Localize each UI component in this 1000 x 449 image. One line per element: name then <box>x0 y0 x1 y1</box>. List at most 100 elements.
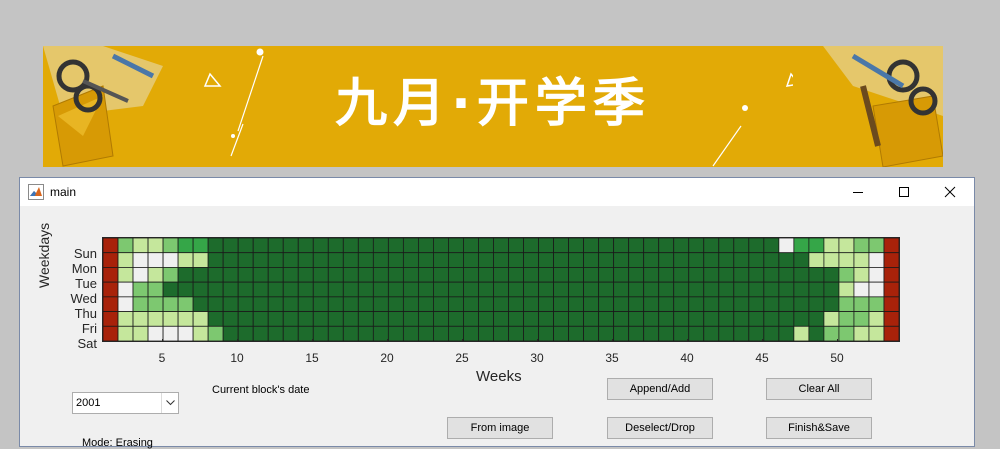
heatmap-cell[interactable] <box>463 267 479 283</box>
heatmap-cell[interactable] <box>508 296 524 312</box>
heatmap-cell[interactable] <box>643 311 660 327</box>
heatmap-cell[interactable] <box>508 325 524 341</box>
heatmap-cell[interactable] <box>703 325 720 341</box>
heatmap-cell[interactable] <box>538 252 554 268</box>
heatmap-cell[interactable] <box>132 296 149 312</box>
heatmap-cell[interactable] <box>703 281 720 298</box>
heatmap-cell[interactable] <box>103 238 119 254</box>
heatmap-cell[interactable] <box>372 281 389 298</box>
heatmap-cell[interactable] <box>327 238 344 254</box>
heatmap-cell[interactable] <box>613 281 630 298</box>
heatmap-cell[interactable] <box>162 325 179 341</box>
heatmap-cell[interactable] <box>387 252 404 268</box>
heatmap-cell[interactable] <box>508 311 524 327</box>
heatmap-cell[interactable] <box>132 311 149 327</box>
heatmap-cell[interactable] <box>282 296 299 312</box>
heatmap-cell[interactable] <box>808 238 825 254</box>
heatmap-cell[interactable] <box>613 252 630 268</box>
heatmap-cell[interactable] <box>538 296 554 312</box>
heatmap-cell[interactable] <box>673 281 690 298</box>
heatmap-cell[interactable] <box>433 281 449 298</box>
heatmap-cell[interactable] <box>508 267 524 283</box>
heatmap-cell[interactable] <box>103 311 119 327</box>
heatmap-cell[interactable] <box>853 281 870 298</box>
heatmap-cell[interactable] <box>643 281 660 298</box>
heatmap-cell[interactable] <box>402 325 419 341</box>
heatmap-cell[interactable] <box>688 238 705 254</box>
heatmap-cell[interactable] <box>808 311 825 327</box>
heatmap-cell[interactable] <box>718 296 735 312</box>
heatmap-cell[interactable] <box>478 311 494 327</box>
heatmap-cell[interactable] <box>463 296 479 312</box>
heatmap-cell[interactable] <box>342 267 359 283</box>
heatmap-cell[interactable] <box>222 311 239 327</box>
heatmap-cell[interactable] <box>132 267 149 283</box>
heatmap-cell[interactable] <box>808 296 825 312</box>
heatmap-cell[interactable] <box>823 311 840 327</box>
heatmap-cell[interactable] <box>417 325 434 341</box>
heatmap-cell[interactable] <box>823 252 840 268</box>
heatmap-cell[interactable] <box>688 325 705 341</box>
heatmap-cell[interactable] <box>838 252 855 268</box>
heatmap-cell[interactable] <box>312 296 329 312</box>
heatmap-cell[interactable] <box>628 267 645 283</box>
heatmap-cell[interactable] <box>267 238 284 254</box>
heatmap-cell[interactable] <box>478 281 494 298</box>
heatmap-cell[interactable] <box>583 281 600 298</box>
heatmap-cell[interactable] <box>478 252 494 268</box>
heatmap-cell[interactable] <box>192 267 209 283</box>
heatmap-cell[interactable] <box>763 325 780 341</box>
heatmap-cell[interactable] <box>372 296 389 312</box>
heatmap-cell[interactable] <box>718 267 735 283</box>
heatmap-cell[interactable] <box>793 238 810 254</box>
heatmap-cell[interactable] <box>718 325 735 341</box>
heatmap-cell[interactable] <box>493 238 509 254</box>
heatmap-cell[interactable] <box>327 325 344 341</box>
heatmap-cell[interactable] <box>207 252 224 268</box>
heatmap-cell[interactable] <box>748 311 765 327</box>
heatmap-cell[interactable] <box>478 325 494 341</box>
heatmap-cell[interactable] <box>342 238 359 254</box>
heatmap-cell[interactable] <box>613 311 630 327</box>
heatmap-cell[interactable] <box>297 281 314 298</box>
heatmap-cell[interactable] <box>357 252 374 268</box>
heatmap-cell[interactable] <box>103 296 119 312</box>
heatmap-cell[interactable] <box>763 267 780 283</box>
heatmap-cell[interactable] <box>237 267 254 283</box>
heatmap-cell[interactable] <box>733 252 750 268</box>
heatmap-cell[interactable] <box>688 252 705 268</box>
heatmap-cell[interactable] <box>222 281 239 298</box>
heatmap-cell[interactable] <box>523 267 539 283</box>
heatmap-cell[interactable] <box>132 281 149 298</box>
heatmap-cell[interactable] <box>883 281 899 298</box>
heatmap-cell[interactable] <box>417 252 434 268</box>
heatmap-cell[interactable] <box>643 296 660 312</box>
heatmap-cell[interactable] <box>147 311 164 327</box>
heatmap-cell[interactable] <box>583 238 600 254</box>
heatmap-cell[interactable] <box>658 325 675 341</box>
heatmap-cell[interactable] <box>192 325 209 341</box>
heatmap-cell[interactable] <box>733 238 750 254</box>
heatmap-cell[interactable] <box>628 238 645 254</box>
heatmap-cell[interactable] <box>883 252 899 268</box>
heatmap-cell[interactable] <box>778 267 795 283</box>
heatmap-cell[interactable] <box>628 325 645 341</box>
heatmap-cell[interactable] <box>372 311 389 327</box>
year-dropdown[interactable]: 2001 <box>72 392 179 414</box>
heatmap-cell[interactable] <box>598 238 615 254</box>
heatmap-cell[interactable] <box>147 296 164 312</box>
heatmap-cell[interactable] <box>748 296 765 312</box>
heatmap-cell[interactable] <box>853 252 870 268</box>
heatmap-cell[interactable] <box>538 267 554 283</box>
heatmap-cell[interactable] <box>658 267 675 283</box>
heatmap-cell[interactable] <box>237 238 254 254</box>
heatmap-cell[interactable] <box>778 325 795 341</box>
heatmap-cell[interactable] <box>643 238 660 254</box>
heatmap-cell[interactable] <box>402 238 419 254</box>
heatmap-cell[interactable] <box>658 238 675 254</box>
heatmap-cell[interactable] <box>673 252 690 268</box>
heatmap-cell[interactable] <box>147 281 164 298</box>
heatmap-cell[interactable] <box>478 267 494 283</box>
heatmap-cell[interactable] <box>553 325 569 341</box>
heatmap-cell[interactable] <box>778 311 795 327</box>
